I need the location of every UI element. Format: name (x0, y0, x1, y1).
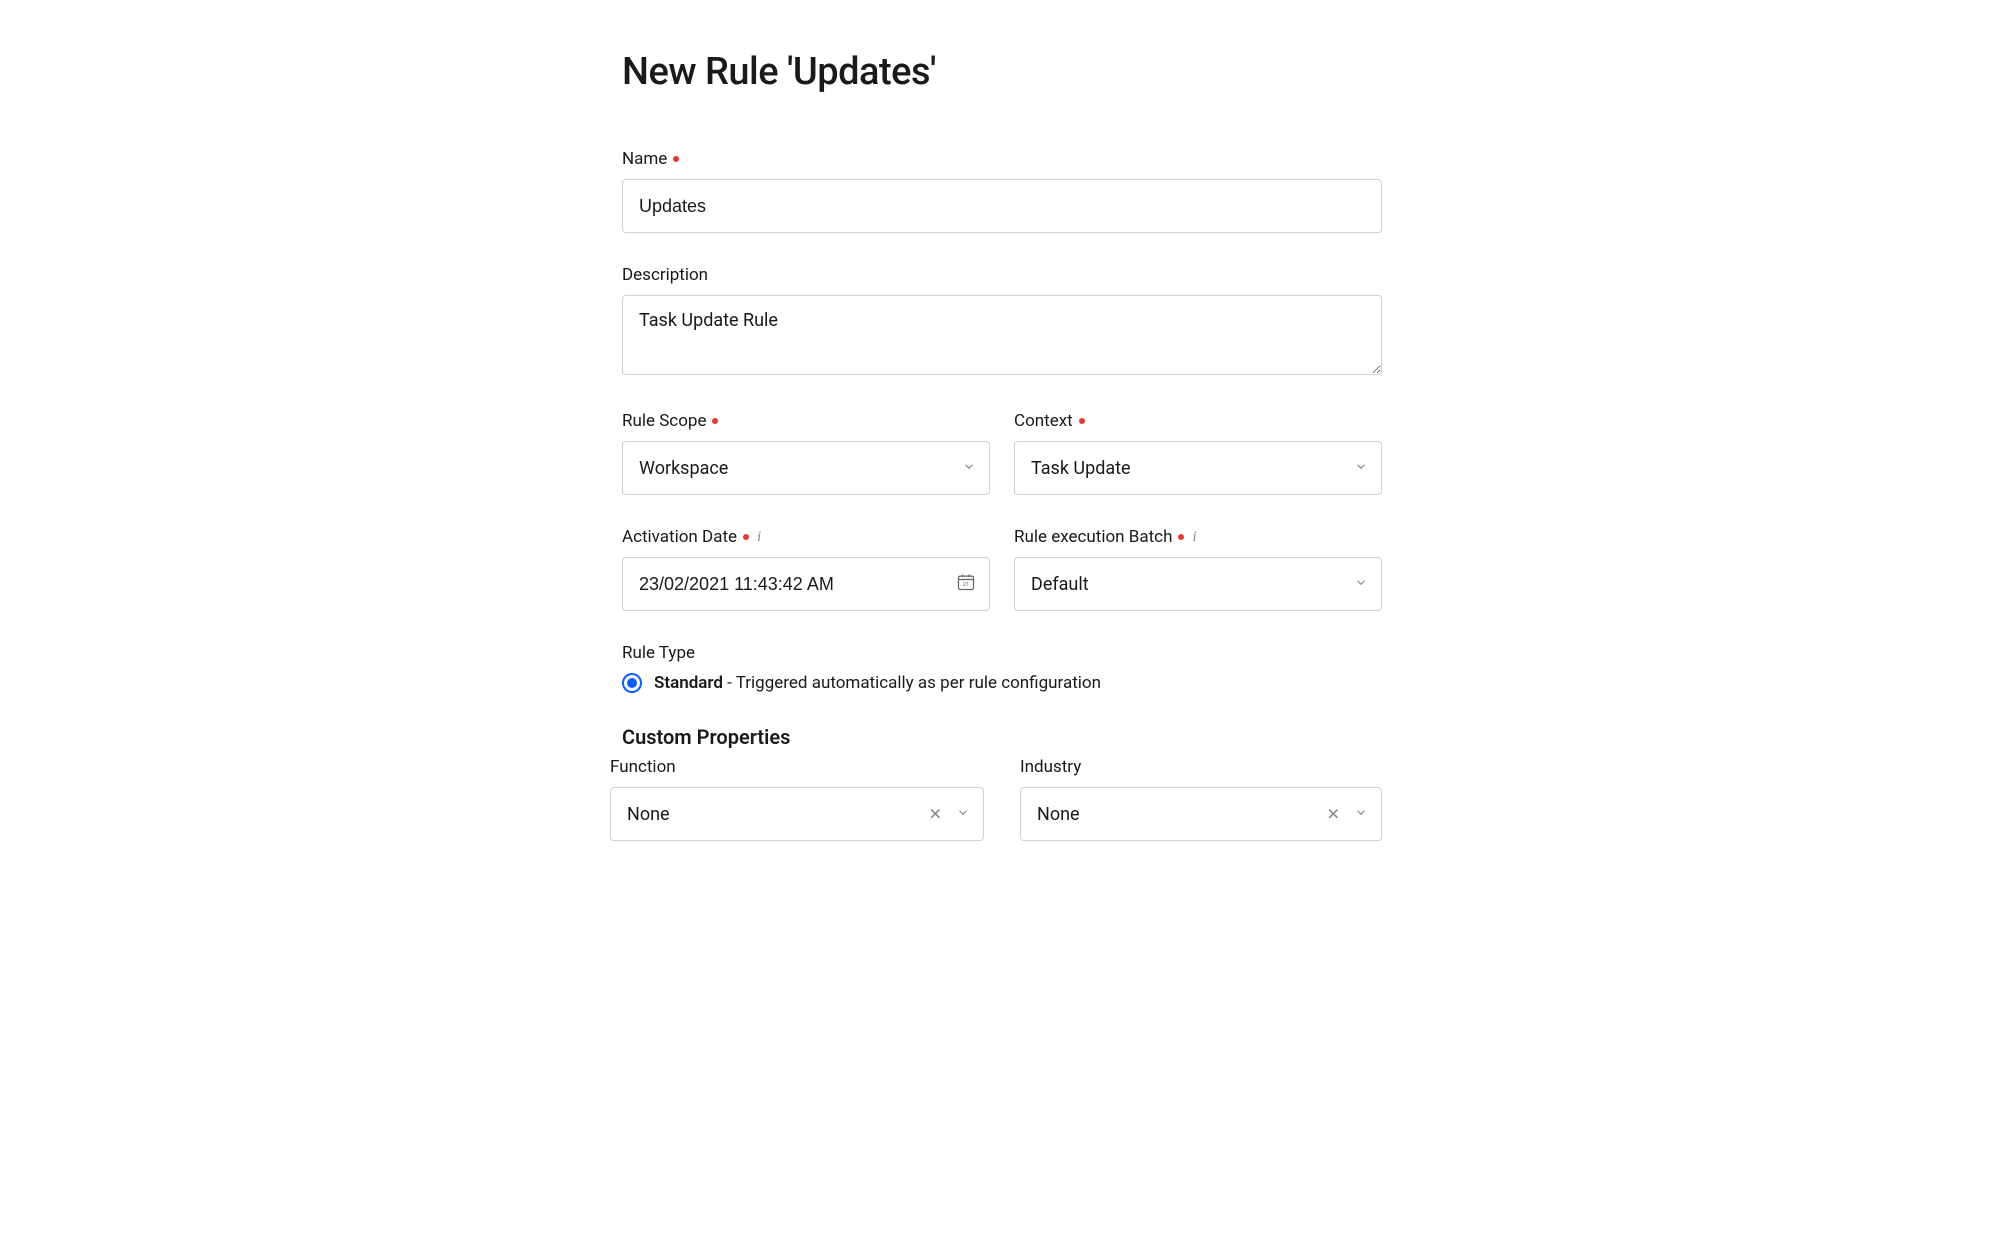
required-indicator (712, 418, 718, 424)
context-label: Context (1014, 411, 1382, 431)
industry-label: Industry (1020, 757, 1382, 777)
rule-type-option-name: Standard (654, 673, 723, 693)
function-field-group: Function None ✕ (610, 757, 984, 841)
rule-type-field-group: Rule Type Standard - Triggered automatic… (622, 643, 1382, 693)
function-value: None (627, 804, 670, 825)
page-title: New Rule 'Updates' (622, 50, 1382, 94)
clear-icon[interactable]: ✕ (1323, 801, 1344, 828)
activation-date-field-group: Activation Date i 21 (622, 527, 990, 611)
name-field-group: Name (622, 149, 1382, 233)
rule-type-standard-radio[interactable] (622, 673, 642, 693)
info-icon[interactable]: i (757, 529, 761, 546)
rule-type-label-text: Rule Type (622, 643, 695, 663)
rule-type-standard-label: Standard - Triggered automatically as pe… (654, 673, 1101, 693)
industry-value: None (1037, 804, 1080, 825)
description-field-group: Description (622, 265, 1382, 379)
context-value: Task Update (1031, 458, 1131, 479)
context-label-text: Context (1014, 411, 1073, 431)
required-indicator (1178, 534, 1184, 540)
description-label: Description (622, 265, 1382, 285)
name-input[interactable] (622, 179, 1382, 233)
rule-scope-value: Workspace (639, 458, 728, 479)
rule-execution-batch-field-group: Rule execution Batch i Default (1014, 527, 1382, 611)
rule-type-label: Rule Type (622, 643, 1382, 663)
rule-scope-label: Rule Scope (622, 411, 990, 431)
radio-selected-icon (627, 678, 637, 688)
context-field-group: Context Task Update (1014, 411, 1382, 495)
clear-icon[interactable]: ✕ (925, 801, 946, 828)
rule-execution-batch-select[interactable]: Default (1014, 557, 1382, 611)
rule-execution-batch-label: Rule execution Batch i (1014, 527, 1382, 547)
name-label: Name (622, 149, 1382, 169)
required-indicator (673, 156, 679, 162)
required-indicator (1079, 418, 1085, 424)
rule-execution-batch-label-text: Rule execution Batch (1014, 527, 1172, 547)
rule-scope-label-text: Rule Scope (622, 411, 706, 431)
rule-scope-select[interactable]: Workspace (622, 441, 990, 495)
required-indicator (743, 534, 749, 540)
description-label-text: Description (622, 265, 708, 285)
description-input[interactable] (622, 295, 1382, 375)
industry-field-group: Industry None ✕ (1020, 757, 1382, 841)
context-select[interactable]: Task Update (1014, 441, 1382, 495)
activation-date-label-text: Activation Date (622, 527, 737, 547)
function-label: Function (610, 757, 984, 777)
rule-type-option-description: - Triggered automatically as per rule co… (723, 673, 1101, 693)
custom-properties-title: Custom Properties (622, 725, 1382, 749)
rule-execution-batch-value: Default (1031, 574, 1089, 595)
name-label-text: Name (622, 149, 667, 169)
rule-type-radio-row: Standard - Triggered automatically as pe… (622, 673, 1382, 693)
activation-date-label: Activation Date i (622, 527, 990, 547)
activation-date-input[interactable] (622, 557, 990, 611)
rule-scope-field-group: Rule Scope Workspace (622, 411, 990, 495)
info-icon[interactable]: i (1192, 529, 1196, 546)
